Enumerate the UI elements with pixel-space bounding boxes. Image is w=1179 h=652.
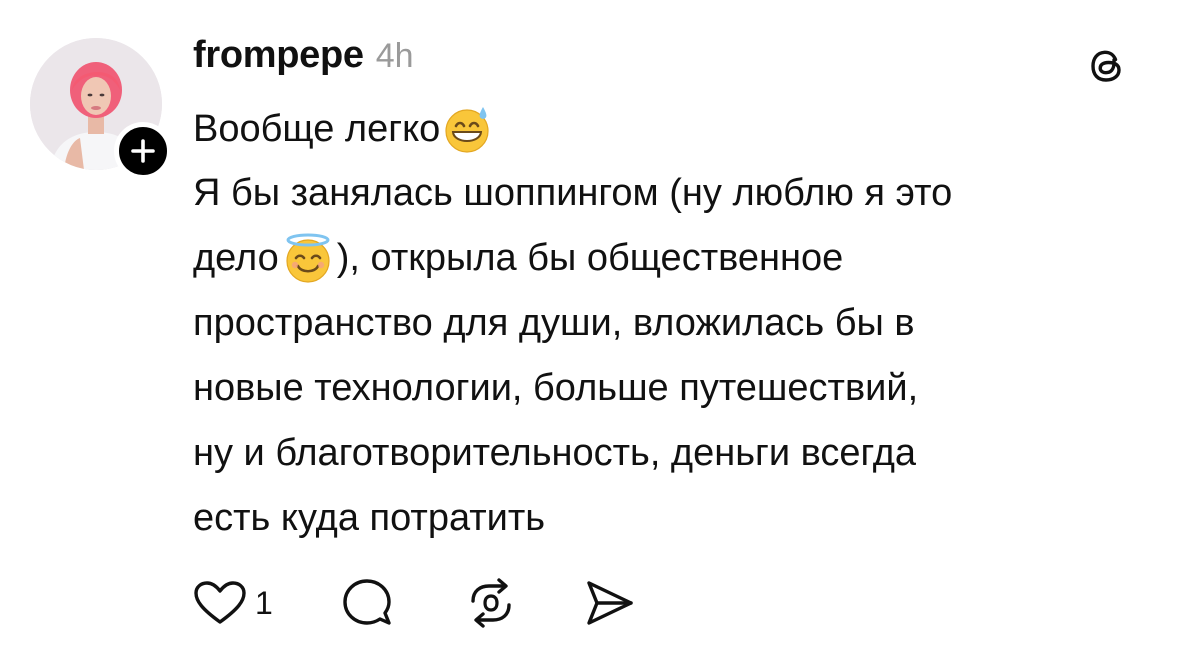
plus-icon [131, 139, 155, 163]
avatar-container[interactable] [30, 38, 172, 180]
repost-icon [471, 578, 511, 628]
grinning-sweat-emoji [445, 107, 489, 153]
post-header: frompepe 4h [193, 34, 414, 77]
post-text: Я бы занялась шоппингом (ну люблю я это [193, 171, 953, 214]
post-line-2: дело ), открыла бы общественное [193, 225, 1143, 290]
send-icon [587, 581, 633, 625]
post-first-line-text: Вообще легко [193, 108, 441, 150]
post-line-3: пространство для души, вложилась бы в [193, 290, 1143, 355]
post-line-4: новые технологии, больше путешествий, [193, 355, 1143, 420]
post-text: ), открыла бы общественное [336, 236, 844, 279]
username[interactable]: frompepe [193, 34, 364, 77]
smiling-halo-emoji [286, 233, 330, 283]
timestamp: 4h [375, 37, 414, 75]
follow-button[interactable] [114, 122, 172, 180]
like-count: 1 [255, 584, 273, 621]
action-bar: 1 [193, 575, 637, 631]
post-text: пространство для души, вложилась бы в [193, 301, 915, 344]
post-text: ну и благотворительность, деньги всегда [193, 431, 917, 474]
heart-icon [194, 581, 246, 624]
post-text: новые технологии, больше путешествий, [193, 366, 919, 409]
comment-bubble-icon [343, 579, 391, 625]
post-text: есть куда потратить [193, 496, 546, 539]
post-body: Вообще легко Я бы занялась шоппингом (ну… [193, 98, 1143, 550]
comment-button[interactable] [341, 577, 393, 629]
post-first-line: Вообще легко [193, 98, 1143, 160]
repost-button[interactable] [465, 577, 517, 629]
post-text: дело [193, 236, 279, 279]
post-line-6: есть куда потратить [193, 485, 1143, 550]
like-button[interactable]: 1 [193, 579, 273, 627]
share-button[interactable] [583, 577, 637, 629]
post-line-1: Я бы занялась шоппингом (ну люблю я это [193, 160, 1143, 225]
threads-logo-icon[interactable] [1086, 45, 1128, 87]
post-line-5: ну и благотворительность, деньги всегда [193, 420, 1143, 485]
